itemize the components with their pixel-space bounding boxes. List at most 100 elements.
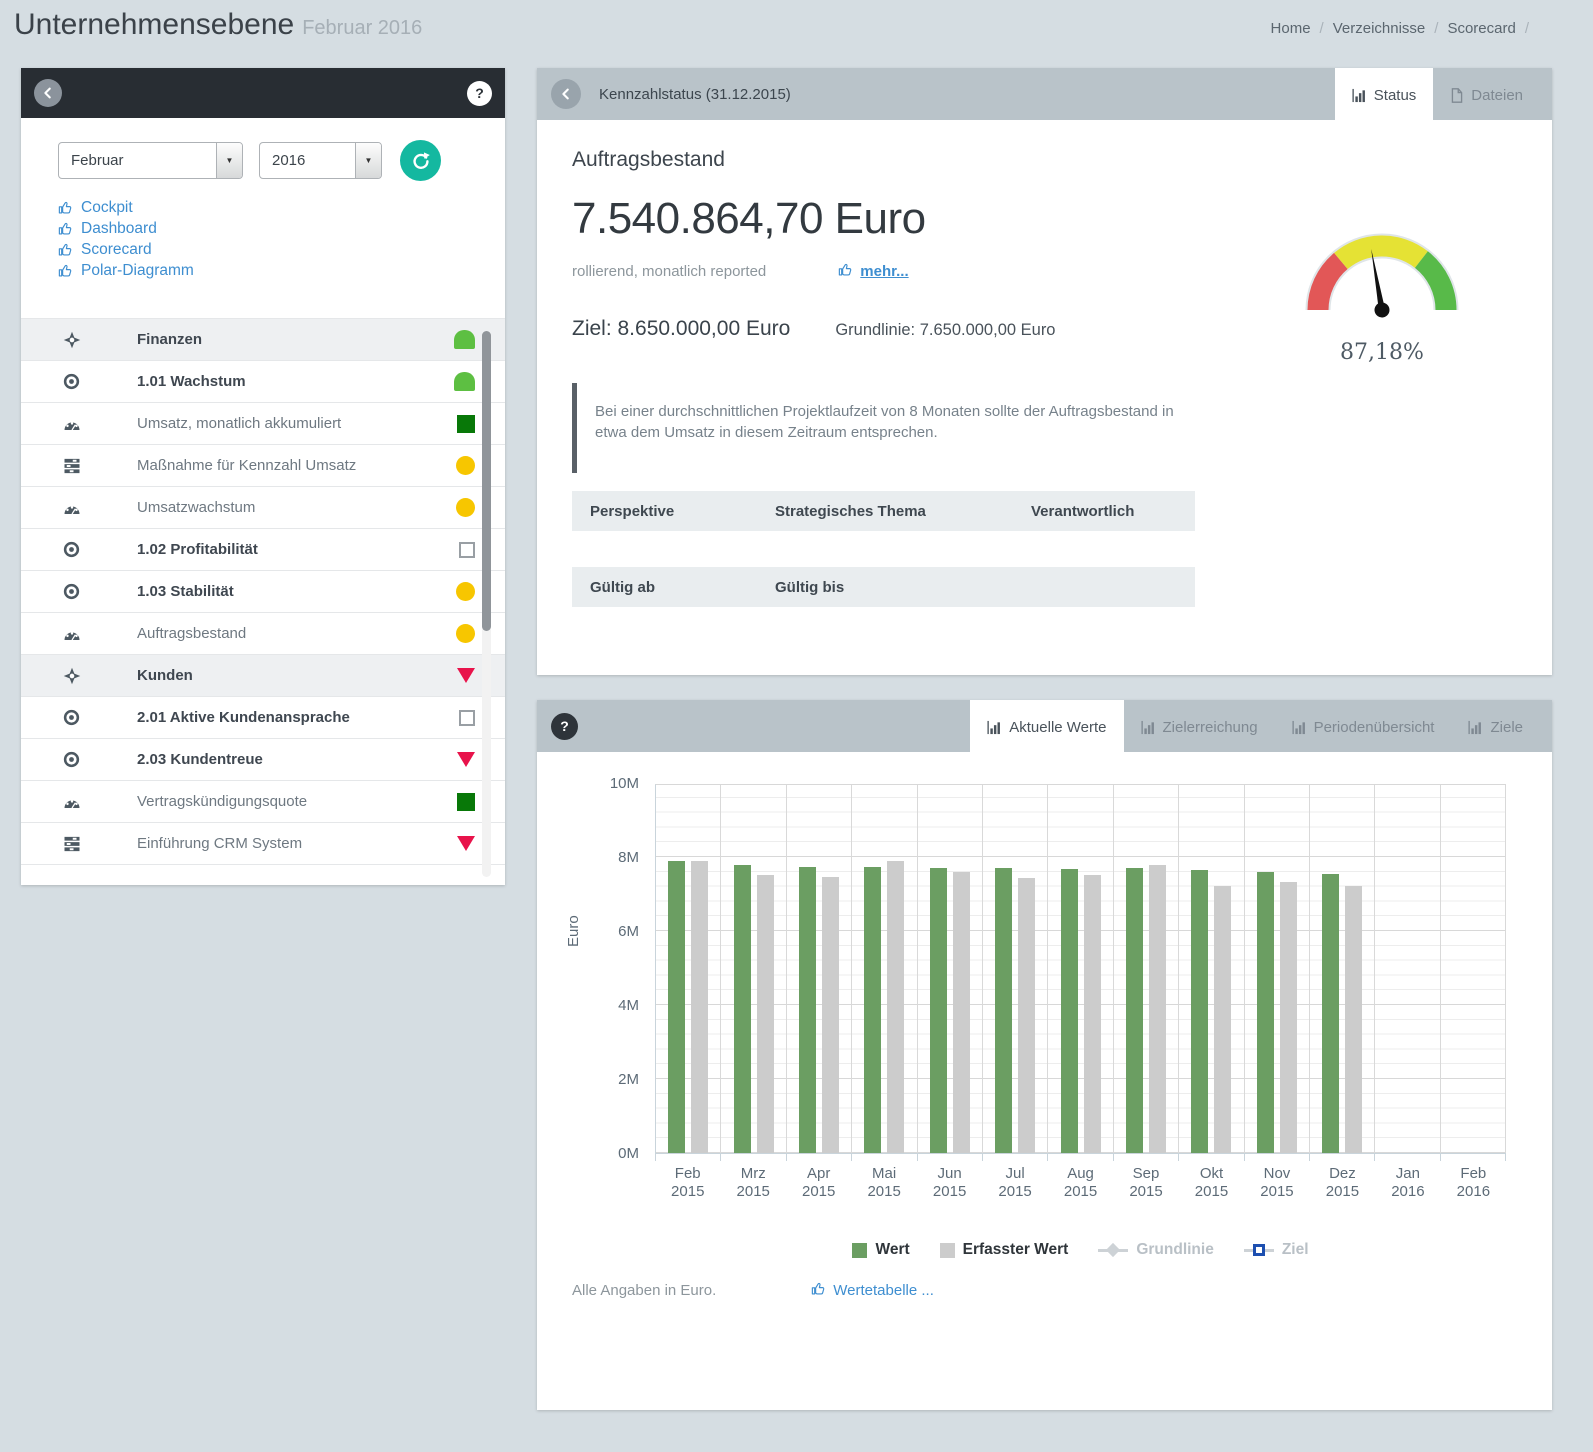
bar-wert[interactable] [995,868,1012,1153]
sidebar-link-scorecard[interactable]: Scorecard [58,239,505,260]
x-tickmark [787,1154,852,1161]
bar-wert[interactable] [668,861,685,1153]
scrollbar-thumb[interactable] [482,331,491,631]
kpi-row-label: 2.01 Aktive Kundenansprache [137,709,459,726]
kpi-row[interactable]: Auftragsbestand [21,612,505,654]
x-axis-label: Feb2015 [655,1165,720,1201]
x-axis-label: Jun2015 [917,1165,982,1201]
tab-ziele[interactable]: Ziele [1451,700,1540,754]
sidebar-link-polar-diagramm[interactable]: Polar-Diagramm [58,260,505,281]
objective-icon [63,373,81,390]
kpi-row[interactable]: 1.02 Profitabilität [21,528,505,570]
y-axis-ticks: 0M2M4M6M8M10M [592,784,647,1154]
kpi-row[interactable]: Finanzen [21,318,505,360]
bar-wert[interactable] [1322,874,1339,1153]
bar-erfasster-wert[interactable] [887,861,904,1153]
breadcrumb-item[interactable]: Verzeichnisse [1333,20,1426,37]
kpi-row[interactable]: 1.03 Stabilität [21,570,505,612]
bar-wert[interactable] [1257,872,1274,1153]
status-tabs: StatusDateien [1335,68,1540,122]
x-axis-labels: Feb2015Mrz2015Apr2015Mai2015Jun2015Jul20… [655,1165,1506,1201]
more-link[interactable]: mehr... [838,262,908,281]
kpi-row[interactable]: Kunden [21,654,505,696]
sidebar-link-dashboard[interactable]: Dashboard [58,218,505,239]
kpi-row[interactable]: Maßnahme für Kennzahl Umsatz [21,444,505,486]
x-label-year: 2015 [720,1183,785,1201]
x-label-month: Apr [786,1165,851,1183]
thumb-up-icon [58,242,73,257]
status-shape [454,372,475,391]
bar-wert[interactable] [1191,870,1208,1153]
bar-wert[interactable] [799,867,816,1153]
legend-item-grundlinie[interactable]: Grundlinie [1098,1241,1214,1259]
bar-wert[interactable] [864,867,881,1153]
bar-erfasster-wert[interactable] [1345,886,1362,1153]
x-label-year: 2016 [1375,1183,1440,1201]
kpi-icon [63,416,81,432]
status-shape [456,498,475,517]
bar-group [1048,785,1113,1153]
bar-erfasster-wert[interactable] [1214,886,1231,1153]
x-label-month: Feb [655,1165,720,1183]
legend-item-wert[interactable]: Wert [852,1241,909,1259]
bar-group [1375,785,1440,1153]
x-label-year: 2015 [786,1183,851,1201]
kpi-row[interactable]: Umsatz, monatlich akkumuliert [21,402,505,444]
x-tickmark [983,1154,1048,1161]
legend-item-erfasster-wert[interactable]: Erfasster Wert [940,1241,1069,1259]
x-label-year: 2015 [1113,1183,1178,1201]
kpi-row[interactable]: 2.03 Kundentreue [21,738,505,780]
y-tick-label: 0M [584,1145,639,1163]
legend-label: Grundlinie [1136,1241,1214,1259]
bar-erfasster-wert[interactable] [1084,875,1101,1153]
status-shape [459,710,475,726]
status-indicator-square-green [457,415,475,433]
bar-erfasster-wert[interactable] [691,861,708,1153]
legend-item-ziel[interactable]: Ziel [1244,1241,1309,1259]
tab-zielerreichung[interactable]: Zielerreichung [1124,700,1275,754]
kpi-row[interactable]: Einführung CRM System [21,822,505,864]
chart-body: Euro 0M2M4M6M8M10M Feb2015Mrz2015Apr2015… [537,752,1552,1300]
bar-chart-icon [1292,720,1307,735]
chart-help-button[interactable]: ? [551,713,578,740]
month-select[interactable]: Februar ▼ [58,142,243,179]
breadcrumb-item[interactable]: Scorecard [1447,20,1515,37]
x-label-year: 2015 [1179,1183,1244,1201]
sidebar-link-cockpit[interactable]: Cockpit [58,197,505,218]
tab-dateien[interactable]: Dateien [1433,68,1540,122]
year-select[interactable]: 2016 ▼ [259,142,382,179]
back-button[interactable] [551,79,581,109]
bar-erfasster-wert[interactable] [953,872,970,1153]
x-axis-tickmarks [655,1154,1506,1161]
sidebar-help-button[interactable]: ? [467,81,492,106]
bar-wert[interactable] [930,868,947,1153]
bar-erfasster-wert[interactable] [822,877,839,1153]
kpi-row[interactable]: Umsatzwachstum [21,486,505,528]
tab-perioden-bersicht[interactable]: Periodenübersicht [1275,700,1452,754]
breadcrumb-item[interactable]: Home [1271,20,1311,37]
value-table-link[interactable]: Wertetabelle ... [811,1281,934,1300]
y-tick-label: 6M [584,923,639,941]
bar-wert[interactable] [1126,868,1143,1153]
bar-wert[interactable] [1061,869,1078,1153]
kpi-row[interactable]: 1.01 Wachstum [21,360,505,402]
status-panel-title: Kennzahlstatus (31.12.2015) [599,86,791,103]
bar-erfasster-wert[interactable] [1280,882,1297,1153]
gauge-percent: 87,18% [1292,340,1472,365]
status-shape [459,542,475,558]
bar-erfasster-wert[interactable] [1018,878,1035,1153]
refresh-button[interactable] [400,140,441,181]
tab-status[interactable]: Status [1335,68,1434,122]
tab-aktuelle-werte[interactable]: Aktuelle Werte [970,700,1123,754]
sidebar-scrollbar[interactable] [482,331,491,877]
kpi-row[interactable]: Vertragskündigungsquote [21,780,505,822]
legend-label: Erfasster Wert [963,1241,1069,1259]
file-icon [1450,88,1464,103]
bar-erfasster-wert[interactable] [757,875,774,1153]
status-shape [456,624,475,643]
bar-wert[interactable] [734,865,751,1153]
kpi-row[interactable]: 2.01 Aktive Kundenansprache [21,696,505,738]
bar-erfasster-wert[interactable] [1149,865,1166,1153]
collapse-sidebar-button[interactable] [34,79,62,107]
status-shape [457,793,475,811]
